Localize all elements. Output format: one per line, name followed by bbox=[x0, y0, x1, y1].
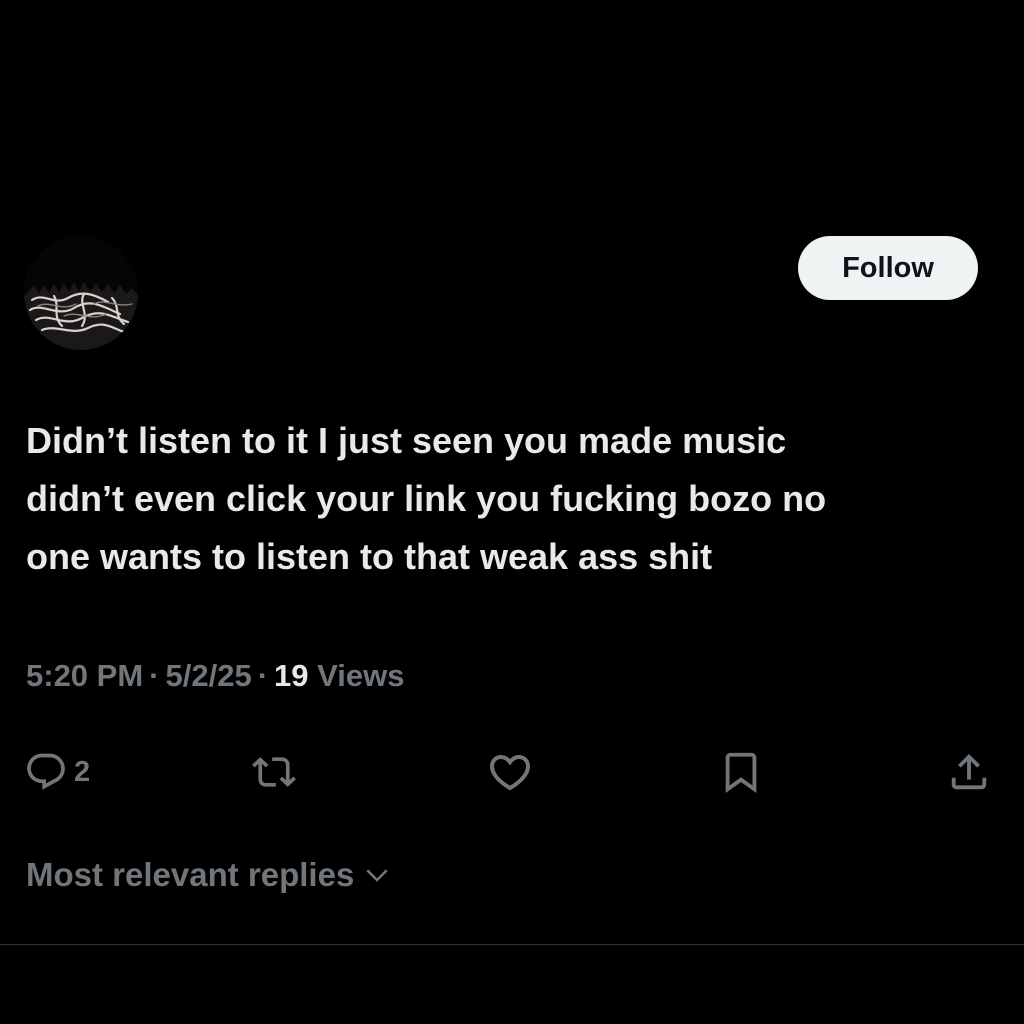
post-text-line: Didn’t listen to it I just seen you made… bbox=[26, 420, 787, 461]
chevron-down-icon bbox=[366, 869, 388, 882]
follow-button[interactable]: Follow bbox=[798, 236, 978, 300]
like-button[interactable] bbox=[486, 742, 534, 802]
action-bar: 2 bbox=[0, 742, 1024, 802]
like-icon bbox=[489, 755, 531, 791]
meta-separator: · bbox=[257, 658, 269, 693]
avatar[interactable] bbox=[24, 236, 138, 350]
divider bbox=[0, 944, 1024, 945]
reply-count: 2 bbox=[74, 755, 91, 788]
share-icon bbox=[951, 753, 987, 790]
post-date[interactable]: 5/2/25 bbox=[166, 658, 252, 693]
replies-sort-label: Most relevant replies bbox=[26, 856, 355, 893]
views-label: Views bbox=[317, 658, 405, 693]
share-button[interactable] bbox=[946, 742, 992, 802]
post-text-line: didn’t even click your link you fucking … bbox=[26, 478, 827, 519]
post-text-line: one wants to listen to that weak ass shi… bbox=[26, 536, 713, 577]
repost-icon bbox=[252, 757, 296, 787]
avatar-image bbox=[24, 236, 138, 350]
bookmark-icon bbox=[725, 752, 757, 793]
post-meta: 5:20 PM · 5/2/25 · 19 Views bbox=[26, 658, 404, 694]
bookmark-button[interactable] bbox=[718, 742, 764, 802]
repost-button[interactable] bbox=[252, 742, 296, 802]
post-text: Didn’t listen to it I just seen you made… bbox=[26, 412, 1006, 586]
replies-sort-dropdown[interactable]: Most relevant replies bbox=[26, 856, 392, 894]
meta-separator: · bbox=[149, 658, 160, 693]
reply-icon bbox=[27, 753, 65, 790]
views-count: 19 bbox=[274, 658, 309, 693]
reply-button[interactable]: 2 bbox=[24, 742, 90, 802]
post-time[interactable]: 5:20 PM bbox=[26, 658, 143, 693]
